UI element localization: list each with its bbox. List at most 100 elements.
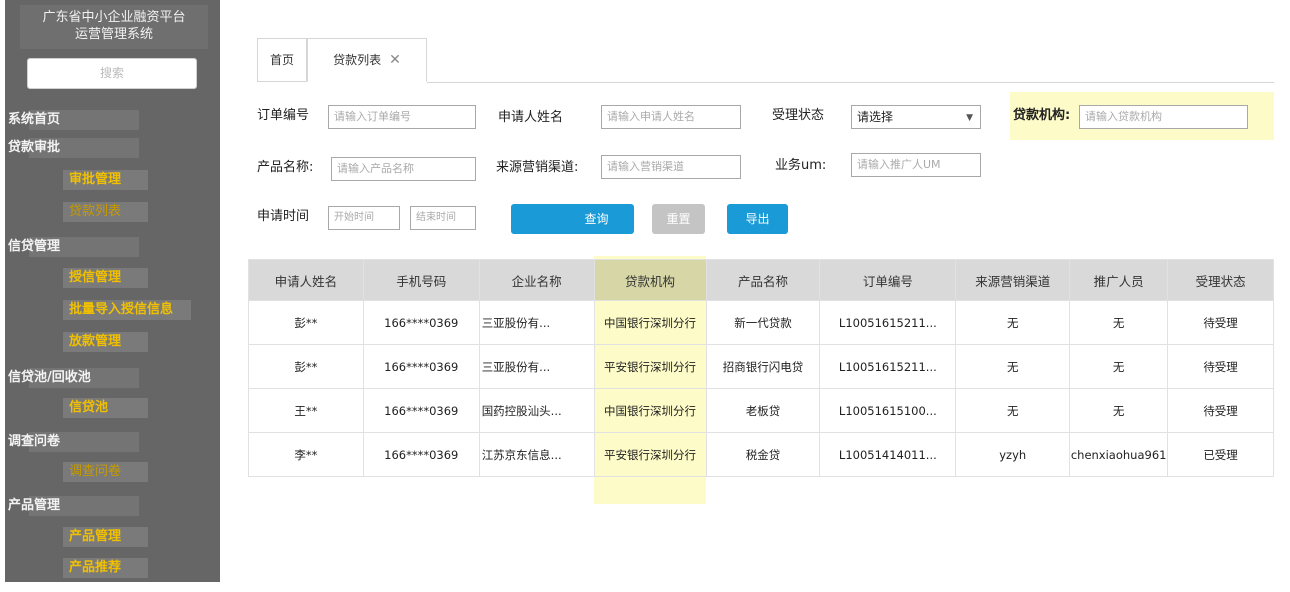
applicant-label: 申请人姓名 [498, 110, 564, 125]
org-input[interactable]: 请输入贷款机构 [1079, 105, 1248, 129]
close-icon[interactable]: ✕ [389, 52, 401, 68]
table-cell: 平安银行深圳分行 [593, 432, 707, 477]
reset-button[interactable]: 重置 [652, 204, 705, 234]
sidebar-section-product-management[interactable]: 产品管理 [8, 496, 139, 516]
sidebar-item-loan-list[interactable]: 贷款列表 [63, 202, 148, 222]
end-time-input[interactable]: 结束时间 [410, 206, 476, 230]
sidebar-section-survey[interactable]: 调查问卷 [8, 432, 139, 452]
table-cell: 中国银行深圳分行 [593, 388, 707, 433]
table-row[interactable]: 李** 166****0369 江苏京东信息... 平安银行深圳分行 税金贷 L… [248, 432, 1274, 477]
table-cell: 待受理 [1167, 300, 1274, 345]
query-button-label: 查询 [584, 212, 609, 226]
sidebar-item-credit-pool[interactable]: 信贷池 [63, 398, 148, 418]
table-row[interactable]: 彭** 166****0369 三亚股份有... 中国银行深圳分行 新一代贷款 … [248, 300, 1274, 345]
table-cell: 待受理 [1167, 344, 1274, 389]
table-cell: 三亚股份有... [478, 300, 595, 345]
status-label: 受理状态 [772, 108, 825, 123]
tab-loan-list[interactable]: 贷款列表 ✕ [307, 38, 427, 82]
table-cell: 老板贷 [705, 388, 821, 433]
sidebar-item-batch-import[interactable]: 批量导入授信信息 [63, 300, 191, 320]
table-cell: 无 [1069, 344, 1169, 389]
sidebar-section-credit-management[interactable]: 信贷管理 [8, 237, 139, 257]
app-title-line1: 广东省中小企业融资平台 [42, 10, 186, 25]
table-cell: 新一代贷款 [705, 300, 821, 345]
um-label: 业务um: [775, 158, 827, 173]
channel-label: 来源营销渠道: [496, 160, 579, 175]
table-cell: 李** [248, 432, 364, 477]
sidebar: 广东省中小企业融资平台 运营管理系统 搜索 系统首页 贷款审批 审批管理 贷款列… [5, 0, 220, 582]
table-cell: L10051615211... [819, 344, 957, 389]
loan-table: 申请人姓名 手机号码 企业名称 贷款机构 产品名称 订单编号 来源营销渠道 推广… [248, 259, 1274, 477]
sidebar-section-credit-pool[interactable]: 信贷池/回收池 [8, 368, 139, 388]
table-row[interactable]: 彭** 166****0369 三亚股份有... 平安银行深圳分行 招商银行闪电… [248, 344, 1274, 389]
sidebar-search-input[interactable]: 搜索 [27, 58, 197, 89]
column-header[interactable]: 申请人姓名 [248, 259, 364, 301]
table-cell: 国药控股汕头... [478, 388, 595, 433]
table-cell: 166****0369 [362, 388, 480, 433]
table-cell: 王** [248, 388, 364, 433]
tab-loan-list-label: 贷款列表 [333, 53, 382, 67]
table-cell: L10051615100... [819, 388, 957, 433]
query-button[interactable]: 查询 [511, 204, 634, 234]
sidebar-section-home[interactable]: 系统首页 [8, 110, 139, 130]
table-cell: 待受理 [1167, 388, 1274, 433]
app-title-line2: 运营管理系统 [74, 27, 153, 42]
tab-divider [427, 82, 1274, 83]
table-cell: L10051615211... [819, 300, 957, 345]
column-header[interactable]: 企业名称 [478, 259, 595, 301]
sidebar-item-approval-management[interactable]: 审批管理 [63, 170, 148, 190]
table-cell: 已受理 [1167, 432, 1274, 477]
product-input[interactable]: 请输入产品名称 [331, 157, 476, 181]
sidebar-section-loan-approval[interactable]: 贷款审批 [8, 138, 139, 158]
table-cell: L10051414011... [819, 432, 957, 477]
table-header-row: 申请人姓名 手机号码 企业名称 贷款机构 产品名称 订单编号 来源营销渠道 推广… [248, 259, 1274, 301]
table-cell: chenxiaohua961 [1069, 432, 1169, 477]
product-label: 产品名称: [257, 160, 314, 175]
table-cell: 无 [955, 344, 1071, 389]
table-row[interactable]: 王** 166****0369 国药控股汕头... 中国银行深圳分行 老板贷 L… [248, 388, 1274, 433]
table-cell: 166****0369 [362, 300, 480, 345]
column-header[interactable]: 手机号码 [362, 259, 480, 301]
column-header[interactable]: 受理状态 [1167, 259, 1274, 301]
order-no-label: 订单编号 [257, 108, 310, 123]
time-label: 申请时间 [257, 209, 310, 224]
tab-home[interactable]: 首页 [257, 38, 307, 82]
table-cell: 彭** [248, 300, 364, 345]
order-no-input[interactable]: 请输入订单编号 [328, 105, 476, 129]
um-input[interactable]: 请输入推广人UM [851, 153, 981, 177]
sidebar-item-disbursement[interactable]: 放款管理 [63, 332, 148, 352]
table-cell: 江苏京东信息... [478, 432, 595, 477]
org-label: 贷款机构: [1013, 108, 1071, 123]
table-cell: 166****0369 [362, 344, 480, 389]
sidebar-item-product-management[interactable]: 产品管理 [63, 527, 148, 547]
table-cell: 招商银行闪电贷 [705, 344, 821, 389]
sidebar-item-credit-grant[interactable]: 授信管理 [63, 268, 148, 288]
table-cell: yzyh [955, 432, 1071, 477]
app-title: 广东省中小企业融资平台 运营管理系统 [20, 5, 208, 49]
table-cell: 无 [955, 388, 1071, 433]
column-header[interactable]: 订单编号 [819, 259, 957, 301]
column-header[interactable]: 贷款机构 [593, 259, 707, 301]
status-select[interactable]: 请选择 ▼ [851, 105, 981, 129]
table-cell: 三亚股份有... [478, 344, 595, 389]
table-cell: 税金贷 [705, 432, 821, 477]
channel-input[interactable]: 请输入营销渠道 [601, 155, 741, 179]
column-header[interactable]: 产品名称 [705, 259, 821, 301]
table-cell: 平安银行深圳分行 [593, 344, 707, 389]
table-cell: 166****0369 [362, 432, 480, 477]
table-cell: 无 [955, 300, 1071, 345]
table-cell: 无 [1069, 388, 1169, 433]
table-cell: 中国银行深圳分行 [593, 300, 707, 345]
applicant-input[interactable]: 请输入申请人姓名 [601, 105, 741, 129]
chevron-down-icon: ▼ [966, 113, 973, 123]
column-header[interactable]: 来源营销渠道 [955, 259, 1071, 301]
table-cell: 无 [1069, 300, 1169, 345]
column-header[interactable]: 推广人员 [1069, 259, 1169, 301]
sidebar-item-product-recommend[interactable]: 产品推荐 [63, 558, 148, 578]
start-time-input[interactable]: 开始时间 [328, 206, 400, 230]
table-cell: 彭** [248, 344, 364, 389]
tab-home-label: 首页 [269, 53, 294, 67]
status-select-value: 请选择 [857, 110, 894, 124]
sidebar-item-survey[interactable]: 调查问卷 [63, 462, 148, 482]
export-button[interactable]: 导出 [727, 204, 788, 234]
